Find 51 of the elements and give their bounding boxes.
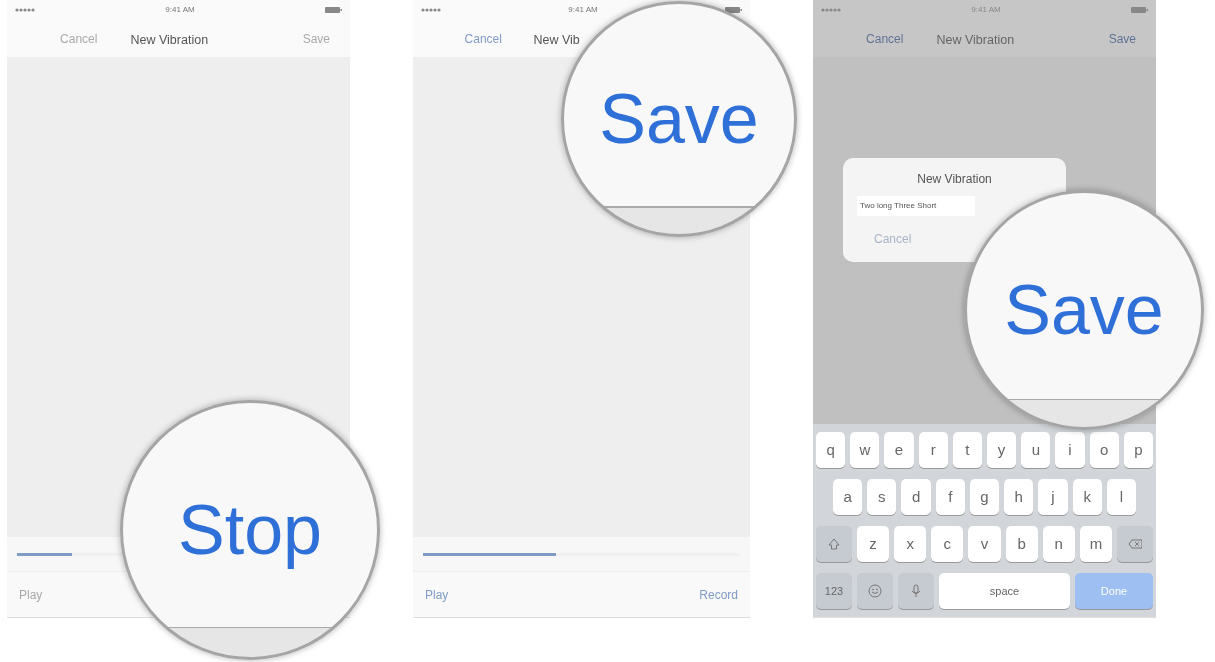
signal-icon — [15, 6, 35, 14]
shift-key[interactable] — [816, 526, 852, 562]
magnified-button-label: Save — [1004, 275, 1164, 345]
mic-key[interactable] — [898, 573, 934, 609]
keyboard-key[interactable]: p — [1123, 432, 1154, 468]
keyboard-key[interactable]: u — [1021, 432, 1051, 468]
keyboard-key[interactable]: h — [1004, 479, 1034, 515]
battery-icon — [725, 7, 742, 13]
keyboard-key[interactable]: l — [1106, 479, 1136, 515]
keyboard-key[interactable]: q — [816, 432, 846, 468]
status-time: 9:41 AM — [165, 4, 195, 16]
keyboard-key[interactable]: b — [1005, 526, 1038, 562]
battery-icon — [325, 7, 342, 13]
signal-icon — [821, 6, 841, 14]
keyboard-key[interactable]: n — [1042, 526, 1075, 562]
keyboard-key[interactable]: f — [935, 479, 965, 515]
alert-title: New Vibration — [916, 171, 993, 188]
keyboard-key[interactable]: j — [1038, 479, 1068, 515]
microphone-icon — [909, 584, 923, 598]
keyboard-key[interactable]: y — [987, 432, 1017, 468]
keyboard-key[interactable]: i — [1055, 432, 1085, 468]
name-input-field[interactable]: Two long Three Short — [857, 196, 975, 216]
keyboard-key[interactable]: s — [867, 479, 897, 515]
keyboard-key[interactable]: d — [901, 479, 931, 515]
keyboard-key[interactable]: g — [969, 479, 1000, 515]
keyboard-key[interactable]: v — [968, 526, 1001, 562]
emoji-key[interactable] — [857, 573, 893, 609]
backspace-icon — [1128, 537, 1142, 551]
battery-icon — [1131, 7, 1148, 13]
shift-icon — [827, 537, 841, 551]
signal-icon — [421, 6, 441, 14]
screen-title: New Vibration — [130, 32, 209, 47]
keyboard-key[interactable]: r — [918, 432, 948, 468]
screen-title: New Vibration — [936, 32, 1015, 47]
keyboard-key[interactable]: t — [952, 432, 982, 468]
screen-title: New Vib — [533, 32, 580, 47]
status-time: 9:41 AM — [568, 4, 598, 16]
smiley-icon — [868, 584, 882, 598]
delete-key[interactable] — [1117, 526, 1153, 562]
keyboard-key[interactable]: c — [931, 526, 964, 562]
keyboard-key[interactable]: a — [833, 479, 863, 515]
keyboard-key[interactable]: x — [894, 526, 927, 562]
numbers-key[interactable]: 123 — [816, 573, 852, 609]
keyboard-key[interactable]: m — [1079, 526, 1112, 562]
keyboard-key[interactable]: k — [1072, 479, 1102, 515]
keyboard-key[interactable]: z — [857, 526, 890, 562]
keyboard-key[interactable]: w — [850, 432, 880, 468]
keyboard-key[interactable]: e — [884, 432, 914, 468]
keyboard-key[interactable]: o — [1089, 432, 1119, 468]
space-key[interactable]: space — [939, 573, 1070, 609]
magnified-button-label: Save — [599, 84, 759, 154]
